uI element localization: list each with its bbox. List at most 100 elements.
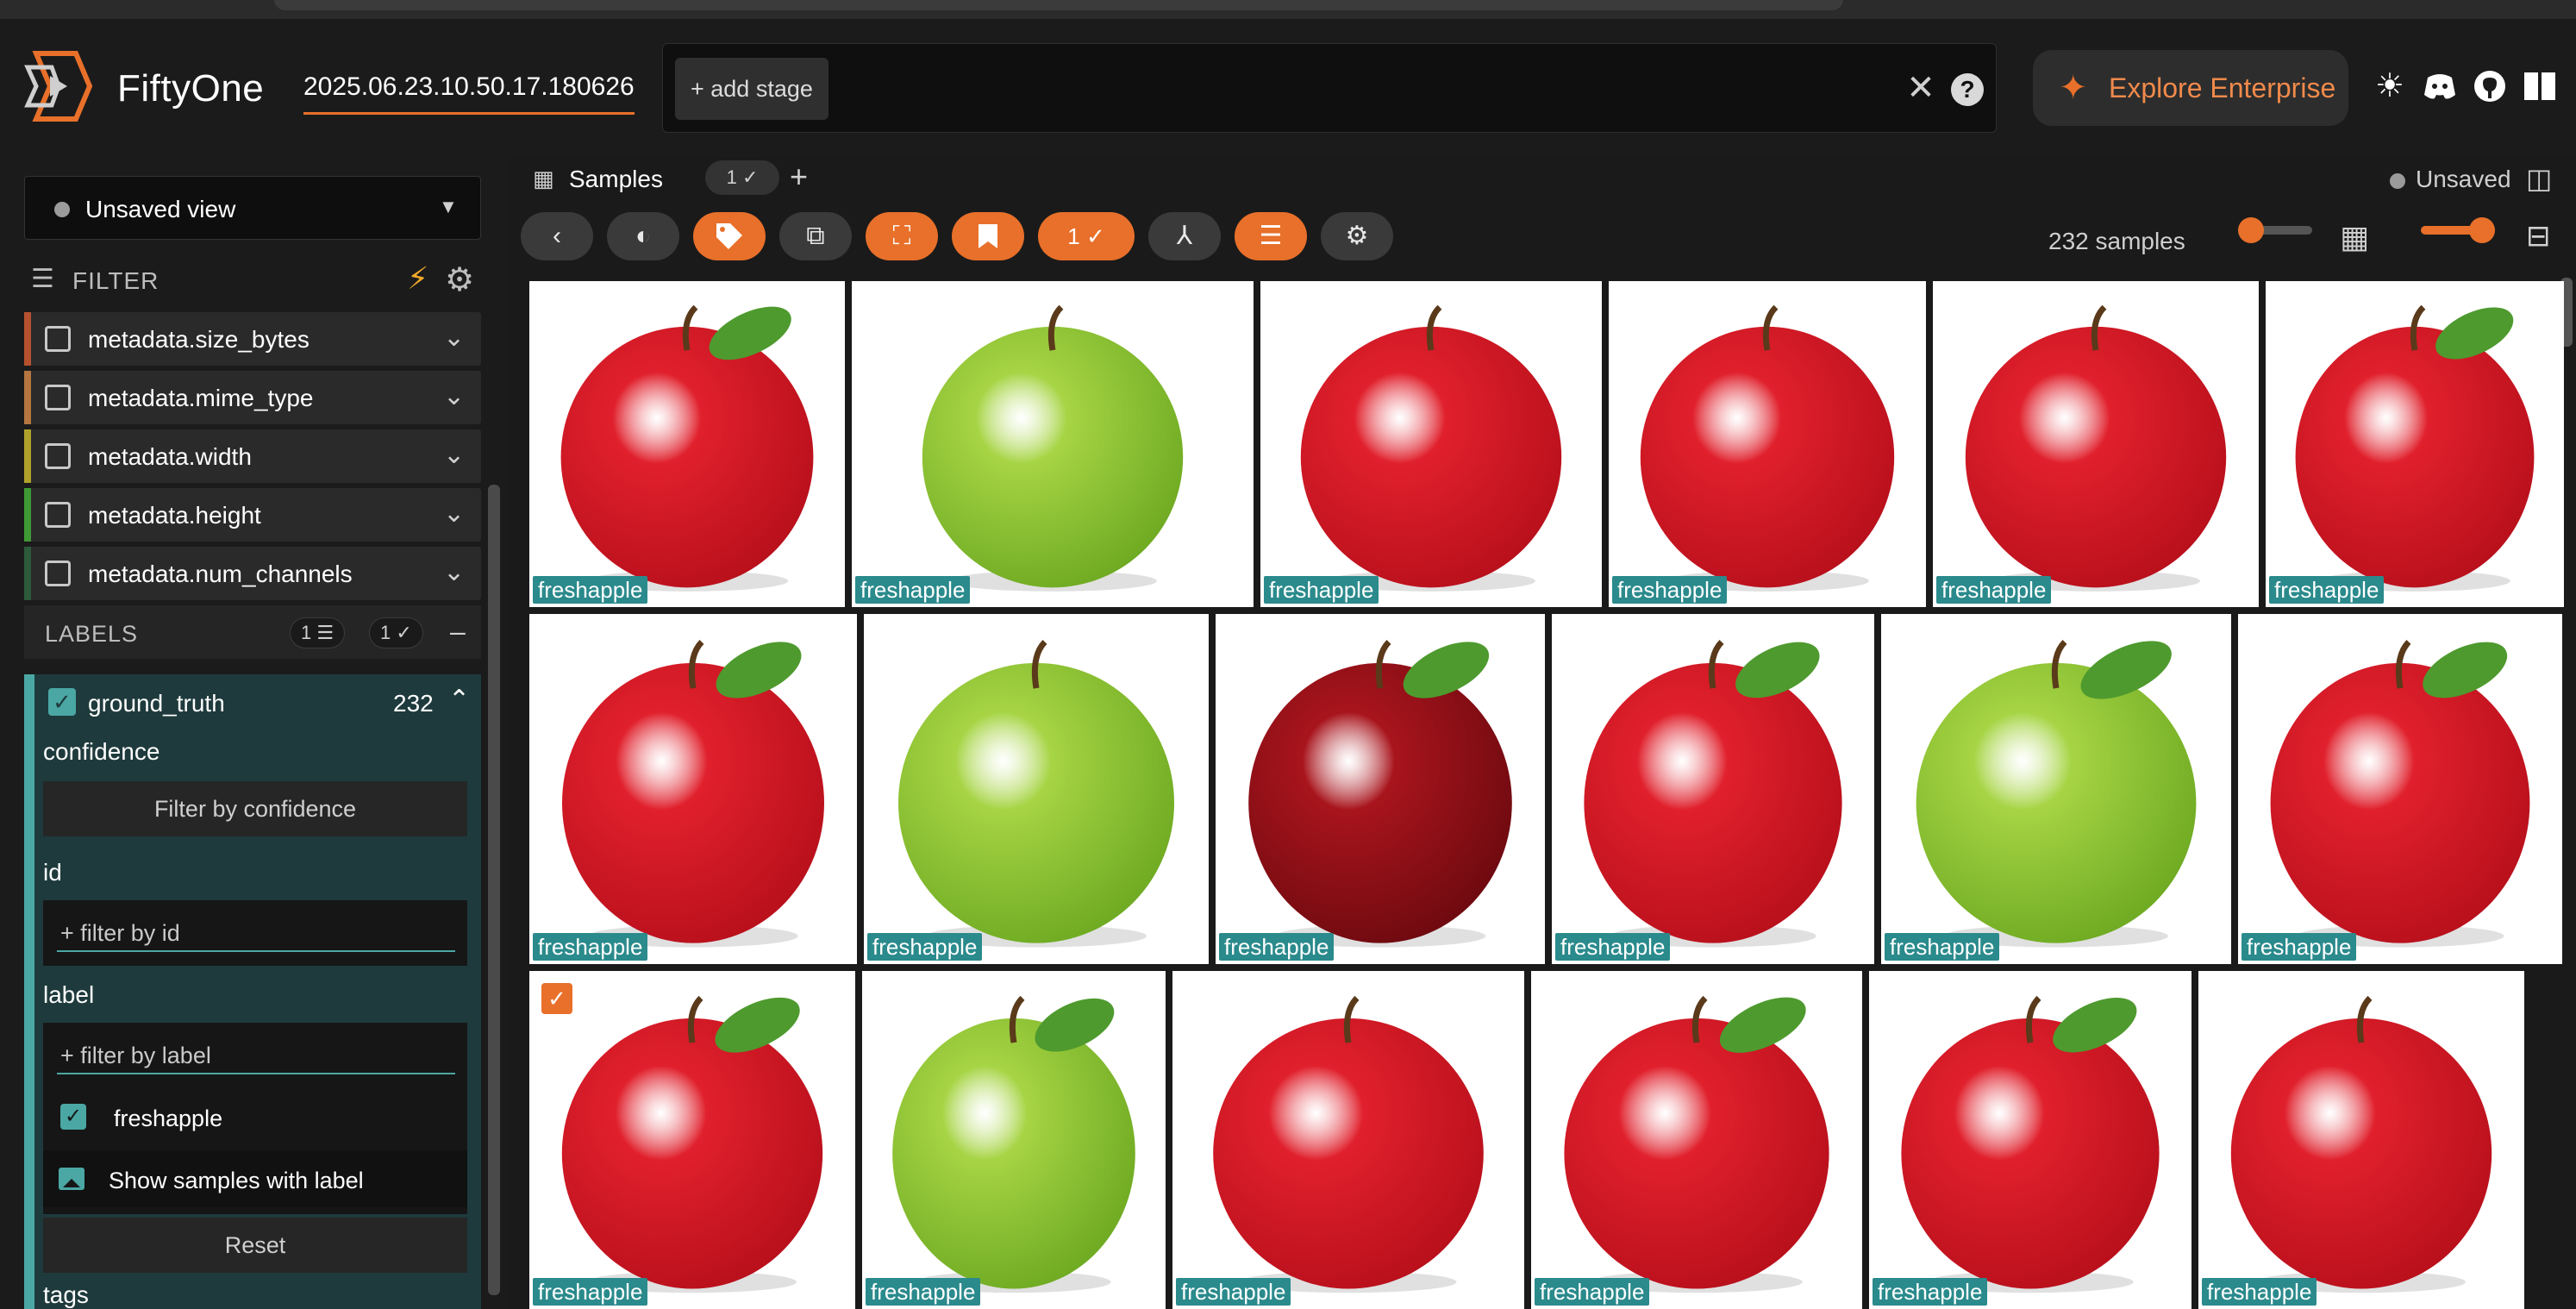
github-icon[interactable] — [2471, 67, 2509, 105]
merge-button[interactable]: ⅄ — [1148, 212, 1221, 260]
sample-select-checkbox[interactable]: ✓ — [541, 983, 572, 1014]
field-row-num-channels[interactable]: metadata.num_channels ⌄ — [24, 547, 481, 600]
sample-thumbnail[interactable]: freshapple — [2198, 971, 2524, 1309]
sample-thumbnail[interactable]: freshapple — [864, 614, 1209, 964]
id-filter-input[interactable]: + filter by id — [57, 914, 455, 952]
sample-thumbnail[interactable]: freshapple — [1216, 614, 1545, 964]
field-label: metadata.size_bytes — [88, 326, 309, 353]
field-checkbox[interactable] — [45, 502, 71, 528]
discord-icon[interactable] — [2421, 67, 2459, 105]
color-palette-button[interactable]: ◐ — [607, 212, 679, 260]
chevron-down-icon[interactable]: ⌄ — [443, 557, 465, 587]
labels-header[interactable]: LABELS 1 ☰ 1 ✓ – — [24, 605, 481, 659]
sample-thumbnail[interactable]: freshapple — [529, 614, 857, 964]
similarity-button[interactable]: ⛶ — [866, 212, 938, 260]
sample-thumbnail[interactable]: freshapple — [1881, 614, 2231, 964]
field-checkbox[interactable] — [45, 561, 71, 586]
patches-button[interactable]: ⧉ — [779, 212, 852, 260]
saved-view-select[interactable]: Unsaved view ▼ — [24, 176, 481, 240]
view-stage-bar[interactable]: + add stage ✕ ? — [662, 43, 1997, 133]
gear-icon[interactable]: ⚙ — [445, 260, 474, 299]
show-samples-with-label-option[interactable]: Show samples with label — [43, 1150, 467, 1207]
grid-size-slider-thumb[interactable] — [2469, 217, 2495, 243]
field-row-size-bytes[interactable]: metadata.size_bytes ⌄ — [24, 312, 481, 366]
label-filter-input[interactable]: + filter by label — [57, 1037, 455, 1074]
help-icon[interactable]: ? — [1951, 73, 1984, 106]
bookmark-button[interactable] — [952, 212, 1024, 260]
sample-thumbnail[interactable]: freshapple — [1869, 971, 2191, 1309]
brand-name[interactable]: FiftyOne — [117, 67, 264, 110]
sample-thumbnail[interactable]: freshapple — [852, 281, 1254, 607]
label-value-item[interactable]: ✓ freshapple — [43, 1088, 467, 1145]
sample-thumbnail[interactable]: freshapple — [1172, 971, 1524, 1309]
collapse-icon[interactable]: – — [450, 616, 466, 648]
list-button[interactable]: ☰ — [1235, 212, 1307, 260]
selected-samples-button[interactable]: 1 ✓ — [1038, 212, 1135, 260]
field-checkbox[interactable] — [45, 326, 71, 352]
ground-truth-name: ground_truth — [88, 690, 225, 717]
sample-thumbnail[interactable]: freshapple — [2266, 281, 2564, 607]
tab-samples-label: Samples — [569, 166, 663, 192]
reset-button[interactable]: Reset — [43, 1218, 467, 1273]
split-panel-icon[interactable]: ◫ — [2526, 162, 2552, 195]
zoom-slider-thumb[interactable] — [2238, 217, 2264, 243]
filter-lines-icon: ☰ — [31, 265, 54, 293]
explore-enterprise-button[interactable]: ✦ Explore Enterprise — [2033, 50, 2348, 126]
sidebar-scrollbar[interactable] — [488, 485, 500, 1295]
thumbnail-label-tag: freshapple — [533, 933, 648, 961]
label-value-checkbox[interactable]: ✓ — [60, 1104, 86, 1130]
grid-icon: ▦ — [533, 166, 554, 191]
tag-button[interactable] — [693, 212, 766, 260]
field-row-mime-type[interactable]: metadata.mime_type ⌄ — [24, 371, 481, 424]
settings-gear-button[interactable]: ⚙ — [1321, 212, 1393, 260]
sample-thumbnail[interactable]: freshapple — [1933, 281, 2259, 607]
add-stage-button[interactable]: + add stage — [675, 58, 828, 120]
add-tab-icon[interactable]: + — [790, 159, 808, 195]
tab-selected-chip[interactable]: 1 ✓ — [705, 160, 779, 195]
sample-thumbnail[interactable]: ✓ freshapple — [529, 971, 855, 1309]
grid-layout-icon[interactable]: ▦ — [2340, 219, 2369, 255]
grid-size-slider[interactable] — [2421, 217, 2495, 243]
sample-count: 232 samples — [2048, 228, 2185, 254]
sample-thumbnail[interactable]: freshapple — [2238, 614, 2562, 964]
dataset-selector[interactable]: 2025.06.23.10.50.17.180626 — [303, 72, 635, 115]
id-label: id — [43, 859, 62, 886]
filter-header: ☰ FILTER ⚡ ⚙ — [31, 260, 488, 298]
lightning-icon[interactable]: ⚡ — [407, 260, 428, 297]
close-icon[interactable]: ✕ — [1899, 65, 1942, 111]
caption-toggle-icon[interactable]: ⊟ — [2526, 219, 2551, 254]
sample-thumbnail[interactable]: freshapple — [1552, 614, 1874, 964]
sample-grid: freshapple freshapple freshapple freshap… — [529, 281, 2564, 1309]
docs-book-icon[interactable] — [2521, 67, 2559, 105]
id-filter-wrap: + filter by id — [43, 900, 467, 966]
chevron-down-icon[interactable]: ⌄ — [443, 440, 465, 470]
show-samples-label: Show samples with label — [109, 1168, 364, 1193]
theme-sun-icon[interactable]: ☀ — [2371, 67, 2409, 105]
sample-thumbnail[interactable]: freshapple — [1260, 281, 1602, 607]
labels-filter-chip[interactable]: 1 ☰ — [290, 617, 346, 648]
ground-truth-header[interactable]: ✓ ground_truth 232 ⌃ — [43, 674, 481, 730]
field-row-height[interactable]: metadata.height ⌄ — [24, 488, 481, 542]
chevron-up-icon[interactable]: ⌃ — [448, 685, 470, 715]
chevron-down-icon[interactable]: ⌄ — [443, 323, 465, 353]
sample-thumbnail[interactable]: freshapple — [862, 971, 1166, 1309]
back-button[interactable]: ‹ — [521, 212, 593, 260]
labels-selected-chip[interactable]: 1 ✓ — [369, 617, 423, 648]
sample-thumbnail[interactable]: freshapple — [1609, 281, 1926, 607]
zoom-slider[interactable] — [2238, 217, 2312, 243]
ground-truth-color-bar — [24, 674, 34, 1309]
chevron-down-icon[interactable]: ⌄ — [443, 498, 465, 529]
sample-thumbnail[interactable]: freshapple — [529, 281, 845, 607]
sample-thumbnail[interactable]: freshapple — [1531, 971, 1862, 1309]
ground-truth-panel: ✓ ground_truth 232 ⌃ confidence Filter b… — [24, 674, 481, 1309]
field-row-width[interactable]: metadata.width ⌄ — [24, 429, 481, 483]
filter-by-confidence-button[interactable]: Filter by confidence — [43, 781, 467, 836]
thumbnail-label-tag: freshapple — [2241, 933, 2357, 961]
thumbnail-label-tag: freshapple — [2202, 1278, 2317, 1306]
field-checkbox[interactable] — [45, 385, 71, 410]
field-checkbox[interactable] — [45, 443, 71, 469]
chevron-down-icon[interactable]: ⌄ — [443, 381, 465, 411]
field-color-bar — [24, 429, 31, 483]
ground-truth-checkbox[interactable]: ✓ — [48, 688, 76, 716]
fiftyone-logo-icon[interactable] — [24, 50, 93, 122]
